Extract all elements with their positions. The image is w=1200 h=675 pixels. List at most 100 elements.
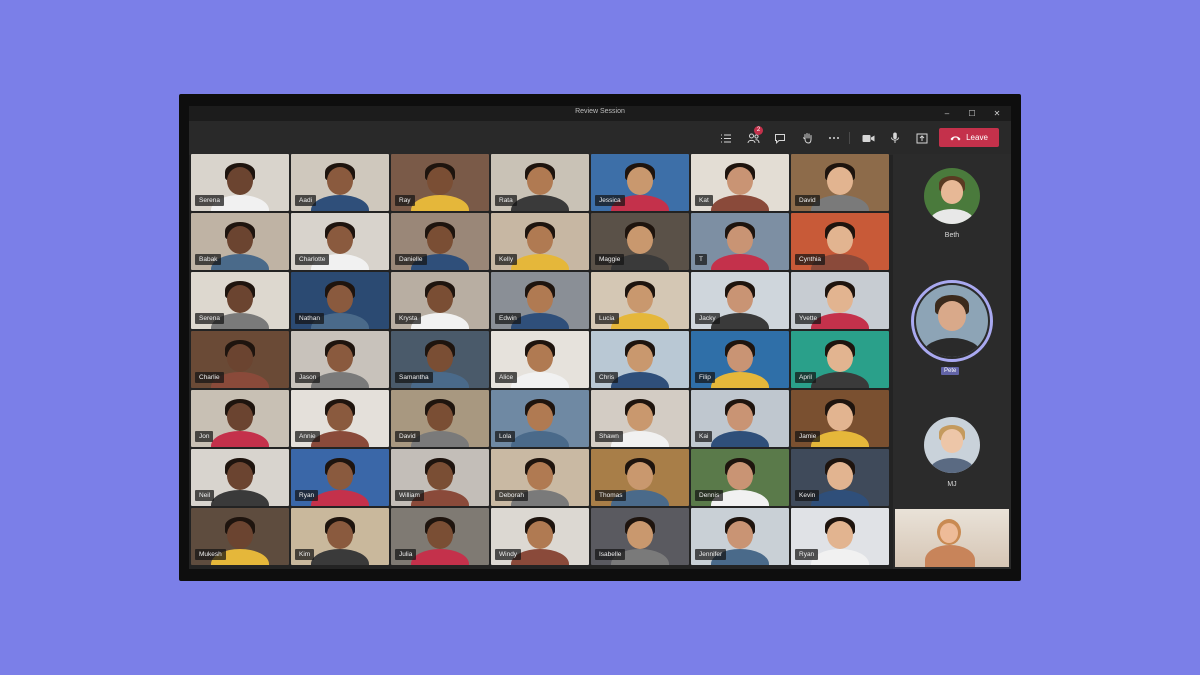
participant-video-face: [227, 167, 253, 195]
participant-video-face: [627, 167, 653, 195]
participant-video-face: [227, 403, 253, 431]
avatar-pete[interactable]: [916, 285, 988, 357]
participant-tile[interactable]: Ray: [391, 154, 489, 211]
participant-tile[interactable]: Kai: [691, 390, 789, 447]
participant-tile[interactable]: Filip: [691, 331, 789, 388]
close-button[interactable]: ✕: [990, 108, 1004, 119]
participant-video-face: [527, 462, 553, 490]
participant-video-face: [827, 344, 853, 372]
participant-video-face: [327, 521, 353, 549]
participant-video-face: [627, 344, 653, 372]
participant-tile[interactable]: April: [791, 331, 889, 388]
participant-name-tag: Serena: [195, 313, 224, 324]
participant-name-tag: Rata: [495, 195, 517, 206]
participant-tile[interactable]: Thomas: [591, 449, 689, 506]
participant-video-body: [811, 549, 869, 565]
participant-name-tag: Filip: [695, 372, 715, 383]
participant-name-tag: Maggie: [595, 254, 624, 265]
participant-tile[interactable]: Annie: [291, 390, 389, 447]
participant-tile[interactable]: Jamie: [791, 390, 889, 447]
participant-tile[interactable]: Jacky: [691, 272, 789, 329]
participant-name-tag: David: [395, 431, 420, 442]
participant-name-tag: Samantha: [395, 372, 433, 383]
participant-tile[interactable]: David: [391, 390, 489, 447]
participant-tile[interactable]: Kim: [291, 508, 389, 565]
participant-name-tag: Kat: [695, 195, 713, 206]
toolbar-divider: [849, 132, 850, 144]
participant-tile[interactable]: Isabelle: [591, 508, 689, 565]
chat-list-icon[interactable]: [717, 130, 735, 146]
participant-name-tag: Lucia: [595, 313, 619, 324]
participant-name-tag: Shawn: [595, 431, 623, 442]
participant-tile[interactable]: Kat: [691, 154, 789, 211]
camera-icon[interactable]: [859, 130, 877, 146]
participant-tile[interactable]: Jennifer: [691, 508, 789, 565]
participant-tile[interactable]: Shawn: [591, 390, 689, 447]
participant-tile[interactable]: Danielle: [391, 213, 489, 270]
participant-tile[interactable]: Ryan: [791, 508, 889, 565]
self-view-video[interactable]: [895, 509, 1009, 567]
participant-tile[interactable]: Serena: [191, 154, 289, 211]
leave-button[interactable]: Leave: [939, 128, 999, 147]
participant-tile[interactable]: Krysta: [391, 272, 489, 329]
raise-hand-icon[interactable]: [798, 130, 816, 146]
participant-name-tag: Nathan: [295, 313, 324, 324]
avatar-beth[interactable]: [924, 168, 980, 224]
participant-tile[interactable]: Aadi: [291, 154, 389, 211]
participant-tile[interactable]: Mukesh: [191, 508, 289, 565]
participant-tile[interactable]: Jessica: [591, 154, 689, 211]
avatar-mj[interactable]: [924, 417, 980, 473]
participant-tile[interactable]: Dennis: [691, 449, 789, 506]
participant-name-tag: Neil: [195, 490, 214, 501]
participant-tile[interactable]: Windy: [491, 508, 589, 565]
participant-tile[interactable]: Maggie: [591, 213, 689, 270]
participant-tile[interactable]: Samantha: [391, 331, 489, 388]
share-icon[interactable]: [913, 130, 931, 146]
participant-name-tag: Kim: [295, 549, 314, 560]
participant-tile[interactable]: Deborah: [491, 449, 589, 506]
participant-video-body: [411, 195, 469, 211]
mic-icon[interactable]: [886, 130, 904, 146]
participant-tile[interactable]: Babak: [191, 213, 289, 270]
participant-name-tag: Kevin: [795, 490, 819, 501]
participant-tile[interactable]: Julia: [391, 508, 489, 565]
participant-tile[interactable]: Lucia: [591, 272, 689, 329]
participant-tile[interactable]: Jason: [291, 331, 389, 388]
participant-tile[interactable]: Ryan: [291, 449, 389, 506]
participant-tile[interactable]: T: [691, 213, 789, 270]
participant-tile[interactable]: Yvette: [791, 272, 889, 329]
participant-video-body: [511, 195, 569, 211]
participant-tile[interactable]: Serena: [191, 272, 289, 329]
participant-tile[interactable]: Charlotte: [291, 213, 389, 270]
participant-video-face: [827, 521, 853, 549]
participant-tile[interactable]: Rata: [491, 154, 589, 211]
participant-tile[interactable]: Edwin: [491, 272, 589, 329]
participant-video-face: [827, 285, 853, 313]
participant-tile[interactable]: Jon: [191, 390, 289, 447]
participant-video-face: [727, 226, 753, 254]
participant-tile[interactable]: Cynthia: [791, 213, 889, 270]
chat-icon[interactable]: [771, 130, 789, 146]
participant-tile[interactable]: David: [791, 154, 889, 211]
roster-name-beth: Beth: [893, 232, 1011, 239]
maximize-button[interactable]: ☐: [965, 108, 979, 119]
participant-video-body: [711, 313, 769, 329]
participant-video-face: [427, 462, 453, 490]
participant-video-face: [227, 521, 253, 549]
participant-tile[interactable]: Alice: [491, 331, 589, 388]
participant-tile[interactable]: Kelly: [491, 213, 589, 270]
participant-tile[interactable]: Lola: [491, 390, 589, 447]
participant-tile[interactable]: William: [391, 449, 489, 506]
participant-tile[interactable]: Nathan: [291, 272, 389, 329]
participant-tile[interactable]: Chris: [591, 331, 689, 388]
participant-video-face: [527, 226, 553, 254]
participant-video-face: [627, 226, 653, 254]
participant-video-face: [527, 403, 553, 431]
minimize-button[interactable]: –: [940, 108, 954, 119]
meeting-toolbar: 2 Leave: [189, 121, 1011, 155]
participants-icon[interactable]: 2: [744, 130, 762, 146]
participant-tile[interactable]: Kevin: [791, 449, 889, 506]
participant-tile[interactable]: Neil: [191, 449, 289, 506]
more-icon[interactable]: [825, 130, 843, 146]
participant-tile[interactable]: Charlie: [191, 331, 289, 388]
